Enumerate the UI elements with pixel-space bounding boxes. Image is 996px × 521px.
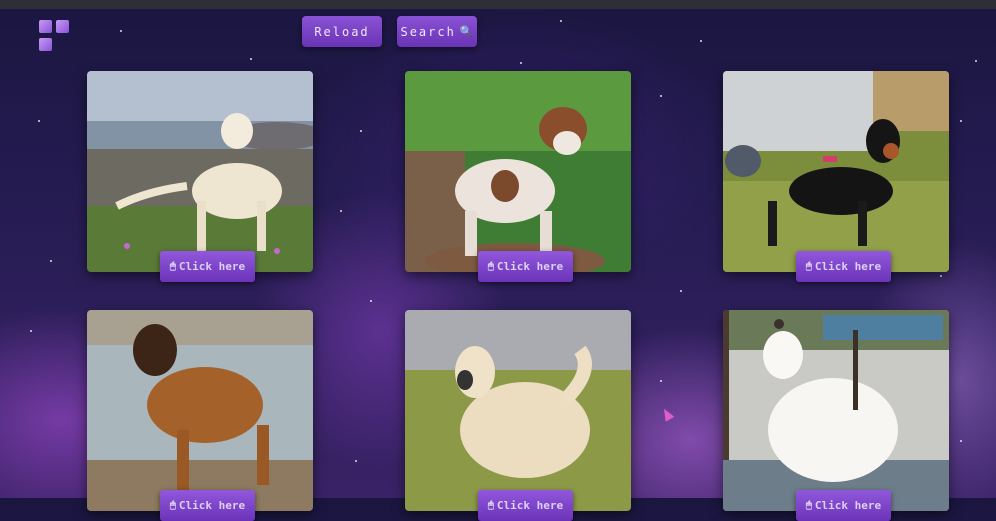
- search-button[interactable]: Search 🔍: [397, 16, 477, 47]
- dog-card: [405, 71, 631, 272]
- dog-photo: [723, 310, 949, 511]
- dog-card: [405, 310, 631, 511]
- click-here-label: Click here: [178, 499, 246, 512]
- click-here-label: Click here: [496, 260, 564, 273]
- app-logo-icon[interactable]: [39, 20, 70, 51]
- dog-card: [723, 310, 949, 511]
- click-here-label: Click here: [814, 499, 882, 512]
- click-here-button[interactable]: 🖱 Click here: [478, 490, 573, 521]
- click-here-button[interactable]: 🖱 Click here: [796, 251, 891, 282]
- dog-photo: [723, 71, 949, 272]
- click-here-button[interactable]: 🖱 Click here: [160, 490, 255, 521]
- dog-photo: [405, 71, 631, 272]
- mouse-icon: 🖱: [487, 500, 494, 511]
- mouse-icon: 🖱: [169, 261, 176, 272]
- reload-label: Reload: [314, 24, 370, 39]
- dog-card: [723, 71, 949, 272]
- mouse-icon: 🖱: [805, 261, 812, 272]
- click-here-label: Click here: [496, 499, 564, 512]
- reload-button[interactable]: Reload: [302, 16, 382, 47]
- click-here-button[interactable]: 🖱 Click here: [796, 490, 891, 521]
- mouse-icon: 🖱: [169, 500, 176, 511]
- dog-photo: [405, 310, 631, 511]
- click-here-label: Click here: [178, 260, 246, 273]
- dog-card: [87, 310, 313, 511]
- click-here-label: Click here: [814, 260, 882, 273]
- search-icon: 🔍: [459, 25, 474, 38]
- search-label: Search: [400, 24, 456, 39]
- dog-photo: [87, 310, 313, 511]
- click-here-button[interactable]: 🖱 Click here: [160, 251, 255, 282]
- mouse-icon: 🖱: [487, 261, 494, 272]
- dog-card: [87, 71, 313, 272]
- click-here-button[interactable]: 🖱 Click here: [478, 251, 573, 282]
- dog-photo: [87, 71, 313, 272]
- mouse-icon: 🖱: [805, 500, 812, 511]
